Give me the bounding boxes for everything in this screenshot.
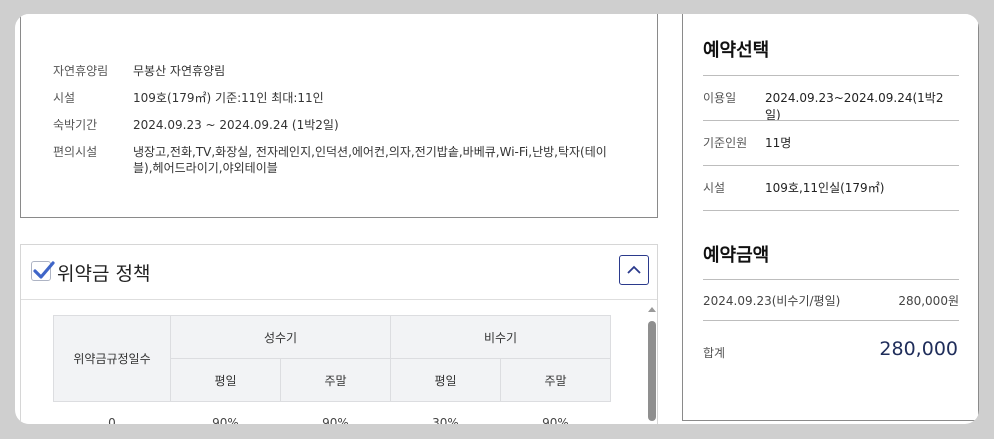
chevron-up-icon — [627, 265, 641, 274]
total-amount: 280,000 — [879, 338, 958, 360]
info-label: 편의시설 — [53, 145, 98, 159]
scroll-thumb[interactable] — [648, 321, 656, 421]
policy-title: 위약금 정책 — [57, 263, 151, 285]
price-amount: 280,000원 — [898, 294, 959, 308]
info-label: 자연휴양림 — [53, 64, 109, 78]
col-header-peak: 성수기 — [170, 315, 391, 359]
cell-days: 0 — [53, 401, 171, 424]
reservation-summary-panel: 예약선택 이용일 2024.09.23~2024.09.24(1박2일) 기준인… — [682, 14, 979, 421]
summary-value: 11명 — [765, 136, 792, 150]
price-date: 2024.09.23(비수기/평일) — [703, 294, 841, 308]
vertical-scrollbar[interactable] — [647, 307, 657, 424]
col-header-peak-weekend: 주말 — [280, 358, 391, 402]
summary-value: 109호,11인실(179㎡) — [765, 181, 885, 195]
cell-offpeak-weekend: 90% — [500, 401, 611, 424]
info-row-stay-period: 숙박기간 2024.09.23 ~ 2024.09.24 (1박2일) — [53, 117, 623, 133]
table-row: 0 90% 90% 30% 90% — [53, 401, 611, 424]
info-row-facility: 시설 109호(179㎡) 기준:11인 최대:11인 — [53, 90, 623, 106]
summary-label: 시설 — [703, 181, 726, 195]
col-header-offpeak: 비수기 — [390, 315, 611, 359]
cell-peak-weekday: 90% — [170, 401, 281, 424]
col-header-days: 위약금규정일수 — [53, 315, 171, 402]
page-sheet: 자연휴양림 무봉산 자연휴양림 시설 109호(179㎡) 기준:11인 최대:… — [15, 14, 979, 424]
reservation-heading: 예약선택 — [703, 40, 770, 61]
info-value: 냉장고,전화,TV,화장실, 전자레인지,인덕션,에어컨,의자,전기밥솥,바베큐… — [133, 145, 607, 175]
summary-label: 이용일 — [703, 91, 737, 105]
checkmark-icon — [31, 261, 55, 281]
price-line: 2024.09.23(비수기/평일) 280,000원 — [703, 292, 959, 309]
info-label: 시설 — [53, 91, 76, 105]
summary-value: 2024.09.23~2024.09.24(1박2일) — [765, 91, 944, 122]
col-header-peak-weekday: 평일 — [170, 358, 281, 402]
info-value: 109호(179㎡) 기준:11인 최대:11인 — [133, 91, 324, 105]
summary-row-date: 이용일 2024.09.23~2024.09.24(1박2일) — [703, 89, 959, 123]
col-header-offpeak-weekday: 평일 — [390, 358, 501, 402]
divider — [703, 210, 959, 211]
divider — [703, 165, 959, 166]
collapse-button[interactable] — [619, 255, 649, 285]
scroll-up-arrow-icon[interactable] — [648, 307, 656, 312]
divider — [703, 279, 959, 280]
divider — [703, 75, 959, 76]
summary-label: 기준인원 — [703, 136, 748, 150]
penalty-table: 위약금규정일수 성수기 비수기 평일 주말 평일 주말 0 90% 90% 30… — [53, 315, 611, 424]
divider — [703, 320, 959, 321]
info-value: 2024.09.23 ~ 2024.09.24 (1박2일) — [133, 118, 339, 132]
info-value: 무봉산 자연휴양림 — [133, 64, 226, 78]
cell-peak-weekend: 90% — [280, 401, 391, 424]
col-header-offpeak-weekend: 주말 — [500, 358, 611, 402]
info-row-forest: 자연휴양림 무봉산 자연휴양림 — [53, 63, 623, 79]
facility-info-box: 자연휴양림 무봉산 자연휴양림 시설 109호(179㎡) 기준:11인 최대:… — [20, 14, 658, 218]
summary-row-guests: 기준인원 11명 — [703, 134, 959, 151]
amount-heading: 예약금액 — [703, 245, 770, 266]
divider — [703, 120, 959, 121]
info-label: 숙박기간 — [53, 118, 98, 132]
cancellation-policy-section: 위약금 정책 위약금규정일수 성수기 비수기 평일 주말 평일 주말 0 90%… — [20, 244, 658, 424]
info-row-amenities: 편의시설 냉장고,전화,TV,화장실, 전자레인지,인덕션,에어컨,의자,전기밥… — [53, 144, 623, 176]
policy-header: 위약금 정책 — [21, 245, 657, 300]
total-label: 합계 — [703, 346, 726, 360]
summary-row-facility: 시설 109호,11인실(179㎡) — [703, 179, 959, 196]
cell-offpeak-weekday: 30% — [390, 401, 501, 424]
